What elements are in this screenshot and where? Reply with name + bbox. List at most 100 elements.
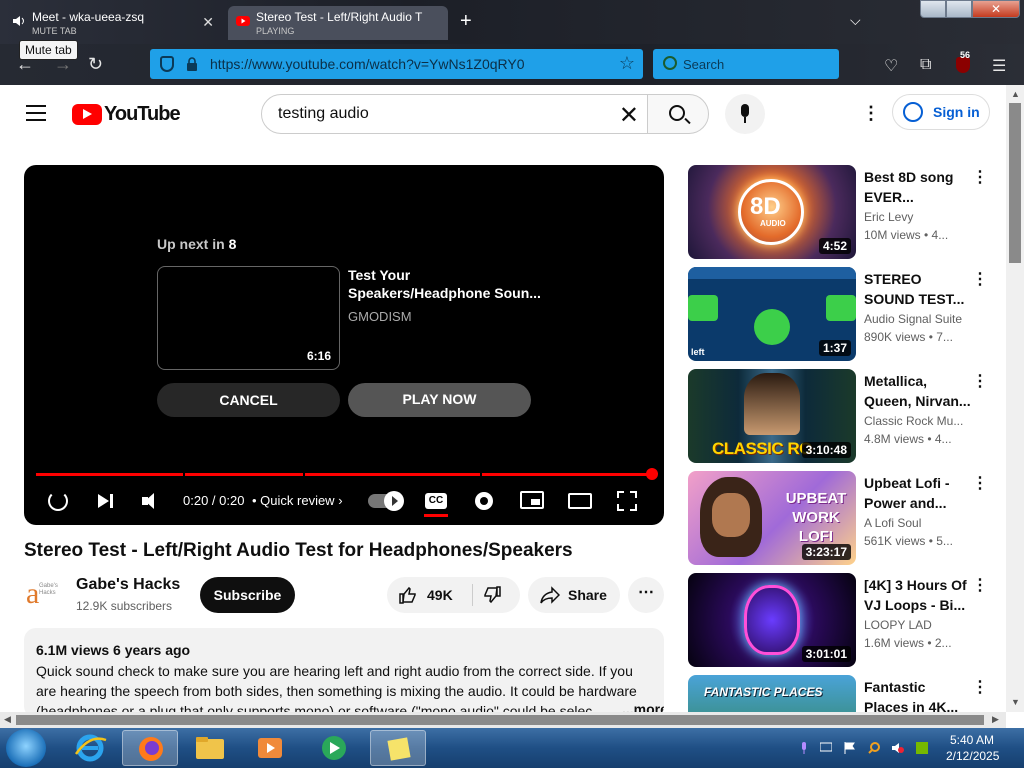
dislike-button[interactable] xyxy=(473,577,520,613)
search-placeholder: Search xyxy=(683,57,725,72)
media-player-icon[interactable] xyxy=(242,730,298,766)
maximize-button[interactable] xyxy=(946,0,972,18)
cancel-button[interactable]: CANCEL xyxy=(157,383,340,417)
display-icon[interactable] xyxy=(819,741,833,753)
channel-name[interactable]: Audio Signal Suite xyxy=(864,312,972,326)
video-title[interactable]: Metallica, Queen, Nirvan... xyxy=(864,371,972,411)
voice-search-button[interactable] xyxy=(725,94,765,134)
scrubber-handle[interactable] xyxy=(646,468,658,480)
sticky-notes-icon[interactable] xyxy=(370,730,426,766)
extensions-icon[interactable]: ⧉ xyxy=(920,56,931,74)
channel-name[interactable]: A Lofi Soul xyxy=(864,516,972,530)
channel-name[interactable]: Classic Rock Mu... xyxy=(864,414,972,428)
video-title[interactable]: Upbeat Lofi - Power and... xyxy=(864,473,972,513)
more-vert-icon[interactable]: ⋮ xyxy=(972,269,988,289)
star-icon[interactable]: ☆ xyxy=(619,53,635,74)
tab-youtube[interactable]: Stereo Test - Left/Right Audio T PLAYING xyxy=(228,6,448,40)
autoplay-toggle[interactable] xyxy=(368,491,404,511)
settings-icon[interactable] xyxy=(474,491,494,511)
list-item[interactable]: UPBEAT WORK LOFI 3:23:17 Upbeat Lofi - P… xyxy=(688,471,998,567)
thumbnail[interactable]: CLASSIC RO 3:10:48 xyxy=(688,369,856,463)
search-icon[interactable] xyxy=(868,741,880,754)
file-explorer-icon[interactable] xyxy=(182,730,238,766)
browser-search-field[interactable]: Search xyxy=(653,49,839,79)
list-item[interactable]: 3:01:01 [4K] 3 Hours Of VJ Loops - Bi...… xyxy=(688,573,998,669)
more-vert-icon[interactable]: ⋮ xyxy=(972,677,988,697)
video-player[interactable]: Up next in 8 6:16 Test Your Speakers/Hea… xyxy=(24,165,664,525)
clock-date[interactable]: 2/12/2025 xyxy=(946,749,999,763)
thumbnail[interactable]: FANTASTIC PLACES xyxy=(688,675,856,712)
chapter-label[interactable]: • Quick review › xyxy=(252,493,343,508)
close-icon[interactable]: ✕ xyxy=(202,14,214,31)
list-item[interactable]: CLASSIC RO 3:10:48 Metallica, Queen, Nir… xyxy=(688,369,998,465)
list-item[interactable]: left 1:37 STEREO SOUND TEST... Audio Sig… xyxy=(688,267,998,363)
search-button[interactable] xyxy=(647,94,709,134)
more-vert-icon[interactable]: ⋮ xyxy=(972,167,988,187)
thumbnail[interactable]: UPBEAT WORK LOFI 3:23:17 xyxy=(688,471,856,565)
share-button[interactable]: Share xyxy=(528,577,620,613)
vertical-scrollbar[interactable]: ▲ ▼ xyxy=(1006,85,1024,712)
thumbnail[interactable]: left 1:37 xyxy=(688,267,856,361)
more-vert-icon[interactable]: ⋮ xyxy=(862,103,880,124)
video-title[interactable]: Best 8D song EVER... xyxy=(864,167,972,207)
minimize-button[interactable] xyxy=(920,0,946,18)
captions-button[interactable]: CC xyxy=(425,493,447,509)
close-window-button[interactable]: ✕ xyxy=(972,0,1020,18)
youtube-logo[interactable]: YouTube xyxy=(72,103,181,126)
hamburger-icon[interactable]: ☰ xyxy=(992,56,1006,76)
lock-icon[interactable] xyxy=(186,57,198,71)
subscribe-button[interactable]: Subscribe xyxy=(200,577,295,613)
sign-in-button[interactable]: Sign in xyxy=(892,94,990,130)
media-center-icon[interactable] xyxy=(306,730,362,766)
upnext-thumbnail[interactable]: 6:16 xyxy=(157,266,340,370)
replay-icon[interactable] xyxy=(48,491,68,511)
video-title[interactable]: STEREO SOUND TEST... xyxy=(864,269,972,309)
tab-meet[interactable]: Meet - wka-ueea-zsq MUTE TAB ✕ xyxy=(4,6,222,40)
thumbnail[interactable]: 3:01:01 xyxy=(688,573,856,667)
avatar[interactable]: a Gabe's Hacks xyxy=(24,577,64,617)
volume-icon[interactable] xyxy=(142,491,164,511)
next-icon[interactable] xyxy=(96,491,116,511)
clock-time[interactable]: 5:40 AM xyxy=(950,733,994,747)
video-title[interactable]: [4K] 3 Hours Of VJ Loops - Bi... xyxy=(864,575,972,615)
flag-icon[interactable] xyxy=(844,741,856,754)
pocket-icon[interactable]: ♡ xyxy=(884,56,898,76)
channel-name[interactable]: Gabe's Hacks xyxy=(76,576,180,594)
close-icon[interactable]: ✕ xyxy=(619,101,639,130)
channel-name[interactable]: LOOPY LAD xyxy=(864,618,972,632)
plus-icon[interactable]: + xyxy=(460,10,472,33)
more-vert-icon[interactable]: ⋮ xyxy=(972,575,988,595)
list-item[interactable]: 8D AUDIO 4:52 Best 8D song EVER... Eric … xyxy=(688,165,998,261)
horizontal-scrollbar[interactable]: ◀ ▶ xyxy=(0,712,1006,728)
shield-icon[interactable] xyxy=(160,56,174,72)
hamburger-icon[interactable] xyxy=(26,105,46,126)
description-box[interactable]: 6.1M views 6 years ago Quick sound check… xyxy=(24,628,664,718)
firefox-icon[interactable] xyxy=(122,730,178,766)
fullscreen-icon[interactable] xyxy=(617,491,637,511)
miniplayer-icon[interactable] xyxy=(520,491,544,509)
internet-explorer-icon[interactable] xyxy=(62,730,118,766)
mic-icon[interactable] xyxy=(798,741,810,754)
start-button[interactable] xyxy=(6,729,46,767)
more-vert-icon[interactable]: ⋮ xyxy=(972,473,988,493)
scrollbar-thumb[interactable] xyxy=(1009,103,1021,263)
scrollbar-thumb[interactable] xyxy=(16,715,984,725)
like-button[interactable]: 49K xyxy=(387,577,471,613)
nvidia-icon[interactable] xyxy=(916,741,928,754)
video-title[interactable]: Fantastic Places in 4K... xyxy=(864,677,972,712)
upnext-title[interactable]: Test Your Speakers/Headphone Soun... xyxy=(348,266,548,302)
speaker-icon[interactable] xyxy=(12,14,26,28)
more-vert-icon[interactable]: ⋮ xyxy=(972,371,988,391)
list-item[interactable]: FANTASTIC PLACES Fantastic Places in 4K.… xyxy=(688,675,998,712)
more-actions-button[interactable]: ⋯ xyxy=(628,577,664,613)
channel-name[interactable]: Eric Levy xyxy=(864,210,972,224)
theater-icon[interactable] xyxy=(568,493,592,509)
volume-muted-icon[interactable] xyxy=(892,741,904,753)
reload-icon[interactable]: ↻ xyxy=(88,54,103,75)
thumbnail[interactable]: 8D AUDIO 4:52 xyxy=(688,165,856,259)
play-now-button[interactable]: PLAY NOW xyxy=(348,383,531,417)
chevron-down-icon[interactable]: ⌵ xyxy=(850,12,861,29)
address-bar[interactable]: https://www.youtube.com/watch?v=YwNs1Z0q… xyxy=(150,49,643,79)
progress-bar[interactable] xyxy=(36,468,658,480)
search-input[interactable]: testing audio ✕ xyxy=(261,94,648,134)
